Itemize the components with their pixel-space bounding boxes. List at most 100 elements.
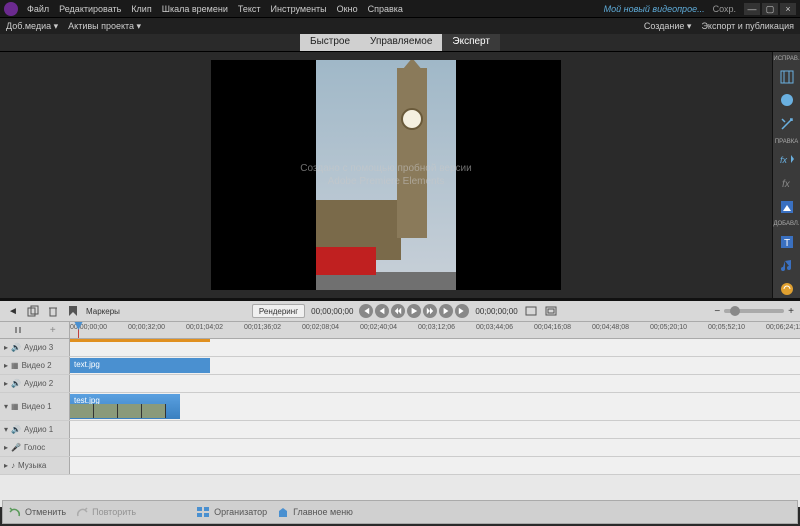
- create-dropdown[interactable]: Создание ▾: [644, 21, 692, 32]
- track-audio2[interactable]: ▸🔊Аудио 2: [0, 375, 800, 393]
- clip-test-jpg[interactable]: test.jpg: [70, 394, 180, 419]
- preview-panel: Создано с помощью пробной версии Adobe P…: [0, 52, 772, 298]
- mic-icon[interactable]: 🎤: [11, 443, 21, 452]
- expand-icon[interactable]: ▸: [4, 461, 8, 470]
- goto-end-button[interactable]: [455, 304, 469, 318]
- speaker-icon[interactable]: 🔊: [11, 343, 21, 352]
- track-music[interactable]: ▸♪Музыка: [0, 457, 800, 475]
- track-audio3[interactable]: ▸🔊Аудио 3: [0, 339, 800, 357]
- export-publish[interactable]: Экспорт и публикация: [701, 21, 794, 32]
- fx-transitions-icon[interactable]: fx: [777, 151, 797, 169]
- ruler-tick: 00;04;16;08: [534, 324, 571, 331]
- add-section-label: ДОБАВЛ.: [773, 221, 799, 227]
- menu-file[interactable]: Файл: [22, 4, 54, 14]
- right-tool-panel: ИСПРАВ. ПРАВКА fx fx ДОБАВЛ. T: [772, 52, 800, 298]
- render-button[interactable]: Рендеринг: [252, 304, 305, 318]
- timeline-toolbar: ◄ Маркеры Рендеринг 00;00;00;00 00;00;00…: [0, 301, 800, 321]
- fx-effects-icon[interactable]: fx: [777, 174, 797, 192]
- time-ruler[interactable]: + 00;00;00;0000;00;32;0000;01;04;0200;01…: [0, 321, 800, 339]
- svg-text:fx: fx: [782, 179, 791, 189]
- film-icon[interactable]: ▦: [11, 402, 19, 411]
- playhead[interactable]: [78, 322, 79, 338]
- expand-icon[interactable]: ▸: [4, 361, 8, 370]
- zoom-in-icon[interactable]: +: [788, 306, 794, 317]
- film-icon[interactable]: ▦: [11, 361, 19, 370]
- titles-icon[interactable]: T: [777, 233, 797, 251]
- marker-icon[interactable]: [66, 304, 80, 318]
- mode-tabs: Быстрое Управляемое Эксперт: [0, 34, 800, 52]
- menu-clip[interactable]: Клип: [126, 4, 156, 14]
- expand-icon[interactable]: ▸: [4, 379, 8, 388]
- copy-icon[interactable]: [26, 304, 40, 318]
- project-assets-dropdown[interactable]: Активы проекта ▾: [68, 21, 141, 32]
- minimize-button[interactable]: —: [744, 3, 760, 15]
- fullscreen-icon[interactable]: [524, 304, 538, 318]
- timeline-tracks: ▸🔊Аудио 3 ▸▦Видео 2 text.jpg ▸🔊Аудио 2 ▾…: [0, 339, 800, 507]
- trash-icon[interactable]: [46, 304, 60, 318]
- music-icon[interactable]: [777, 257, 797, 275]
- ruler-tick: 00;04;48;08: [592, 324, 629, 331]
- add-track-icon[interactable]: +: [50, 325, 56, 336]
- menu-text[interactable]: Текст: [233, 4, 266, 14]
- ruler-tick: 00;00;32;00: [128, 324, 165, 331]
- markers-label[interactable]: Маркеры: [86, 307, 120, 316]
- menu-timeline[interactable]: Шкала времени: [157, 4, 233, 14]
- add-media-dropdown[interactable]: Доб.медиа ▾: [6, 21, 58, 32]
- adjust-icon[interactable]: [777, 68, 797, 86]
- save-label[interactable]: Сохр.: [713, 4, 736, 14]
- zoom-slider[interactable]: − +: [714, 306, 794, 317]
- clip-text-jpg[interactable]: text.jpg: [70, 358, 210, 373]
- graphics-icon[interactable]: [777, 198, 797, 216]
- timecode-current[interactable]: 00;00;00;00: [311, 307, 353, 316]
- organizer-button[interactable]: Организатор: [196, 506, 267, 518]
- bottom-bar: Отменить Повторить Организатор Главное м…: [2, 500, 798, 524]
- collapse-icon[interactable]: ▾: [4, 402, 8, 411]
- share-icon[interactable]: [777, 281, 797, 299]
- maximize-button[interactable]: ▢: [762, 3, 778, 15]
- title-bar: Файл Редактировать Клип Шкала времени Те…: [0, 0, 800, 18]
- speaker-icon[interactable]: 🔊: [11, 379, 21, 388]
- close-button[interactable]: ×: [780, 3, 796, 15]
- zoom-out-icon[interactable]: −: [714, 306, 720, 317]
- rewind-button[interactable]: [391, 304, 405, 318]
- note-icon[interactable]: ♪: [11, 461, 15, 470]
- tab-expert[interactable]: Эксперт: [442, 34, 500, 51]
- expand-icon[interactable]: ▸: [4, 343, 8, 352]
- fix-section-label: ИСПРАВ.: [773, 56, 799, 62]
- ruler-tick: 00;02;08;04: [302, 324, 339, 331]
- menu-window[interactable]: Окно: [332, 4, 363, 14]
- speaker-icon[interactable]: 🔊: [11, 425, 21, 434]
- step-back-button[interactable]: [375, 304, 389, 318]
- track-video1[interactable]: ▾▦Видео 1 test.jpg: [0, 393, 800, 421]
- step-forward-button[interactable]: [439, 304, 453, 318]
- color-icon[interactable]: [777, 92, 797, 110]
- goto-start-button[interactable]: [359, 304, 373, 318]
- video-monitor[interactable]: Создано с помощью пробной версии Adobe P…: [211, 60, 561, 290]
- snap-icon[interactable]: [13, 325, 23, 335]
- tab-guided[interactable]: Управляемое: [360, 34, 442, 51]
- project-name[interactable]: Мой новый видеопрое...: [604, 4, 705, 14]
- ruler-tick: 00;01;36;02: [244, 324, 281, 331]
- timecode-duration[interactable]: 00;00;00;00: [475, 307, 517, 316]
- ruler-tick: 00;00;00;00: [70, 324, 107, 331]
- collapse-icon[interactable]: ▾: [4, 425, 8, 434]
- expand-icon[interactable]: ▸: [4, 443, 8, 452]
- tools-icon[interactable]: [777, 115, 797, 133]
- undo-button[interactable]: Отменить: [9, 506, 66, 518]
- tab-quick[interactable]: Быстрое: [300, 34, 360, 51]
- svg-text:T: T: [784, 238, 790, 249]
- safe-margins-icon[interactable]: [544, 304, 558, 318]
- ruler-tick: 00;03;44;06: [476, 324, 513, 331]
- track-voice[interactable]: ▸🎤Голос: [0, 439, 800, 457]
- redo-button[interactable]: Повторить: [76, 506, 136, 518]
- track-audio1[interactable]: ▾🔊Аудио 1: [0, 421, 800, 439]
- track-video2[interactable]: ▸▦Видео 2 text.jpg: [0, 357, 800, 375]
- menu-tools[interactable]: Инструменты: [266, 4, 332, 14]
- forward-button[interactable]: [423, 304, 437, 318]
- play-button[interactable]: [407, 304, 421, 318]
- back-icon[interactable]: ◄: [6, 304, 20, 318]
- menu-help[interactable]: Справка: [363, 4, 408, 14]
- main-menu-button[interactable]: Главное меню: [277, 506, 353, 518]
- ruler-tick: 00;05;52;10: [708, 324, 745, 331]
- menu-edit[interactable]: Редактировать: [54, 4, 126, 14]
